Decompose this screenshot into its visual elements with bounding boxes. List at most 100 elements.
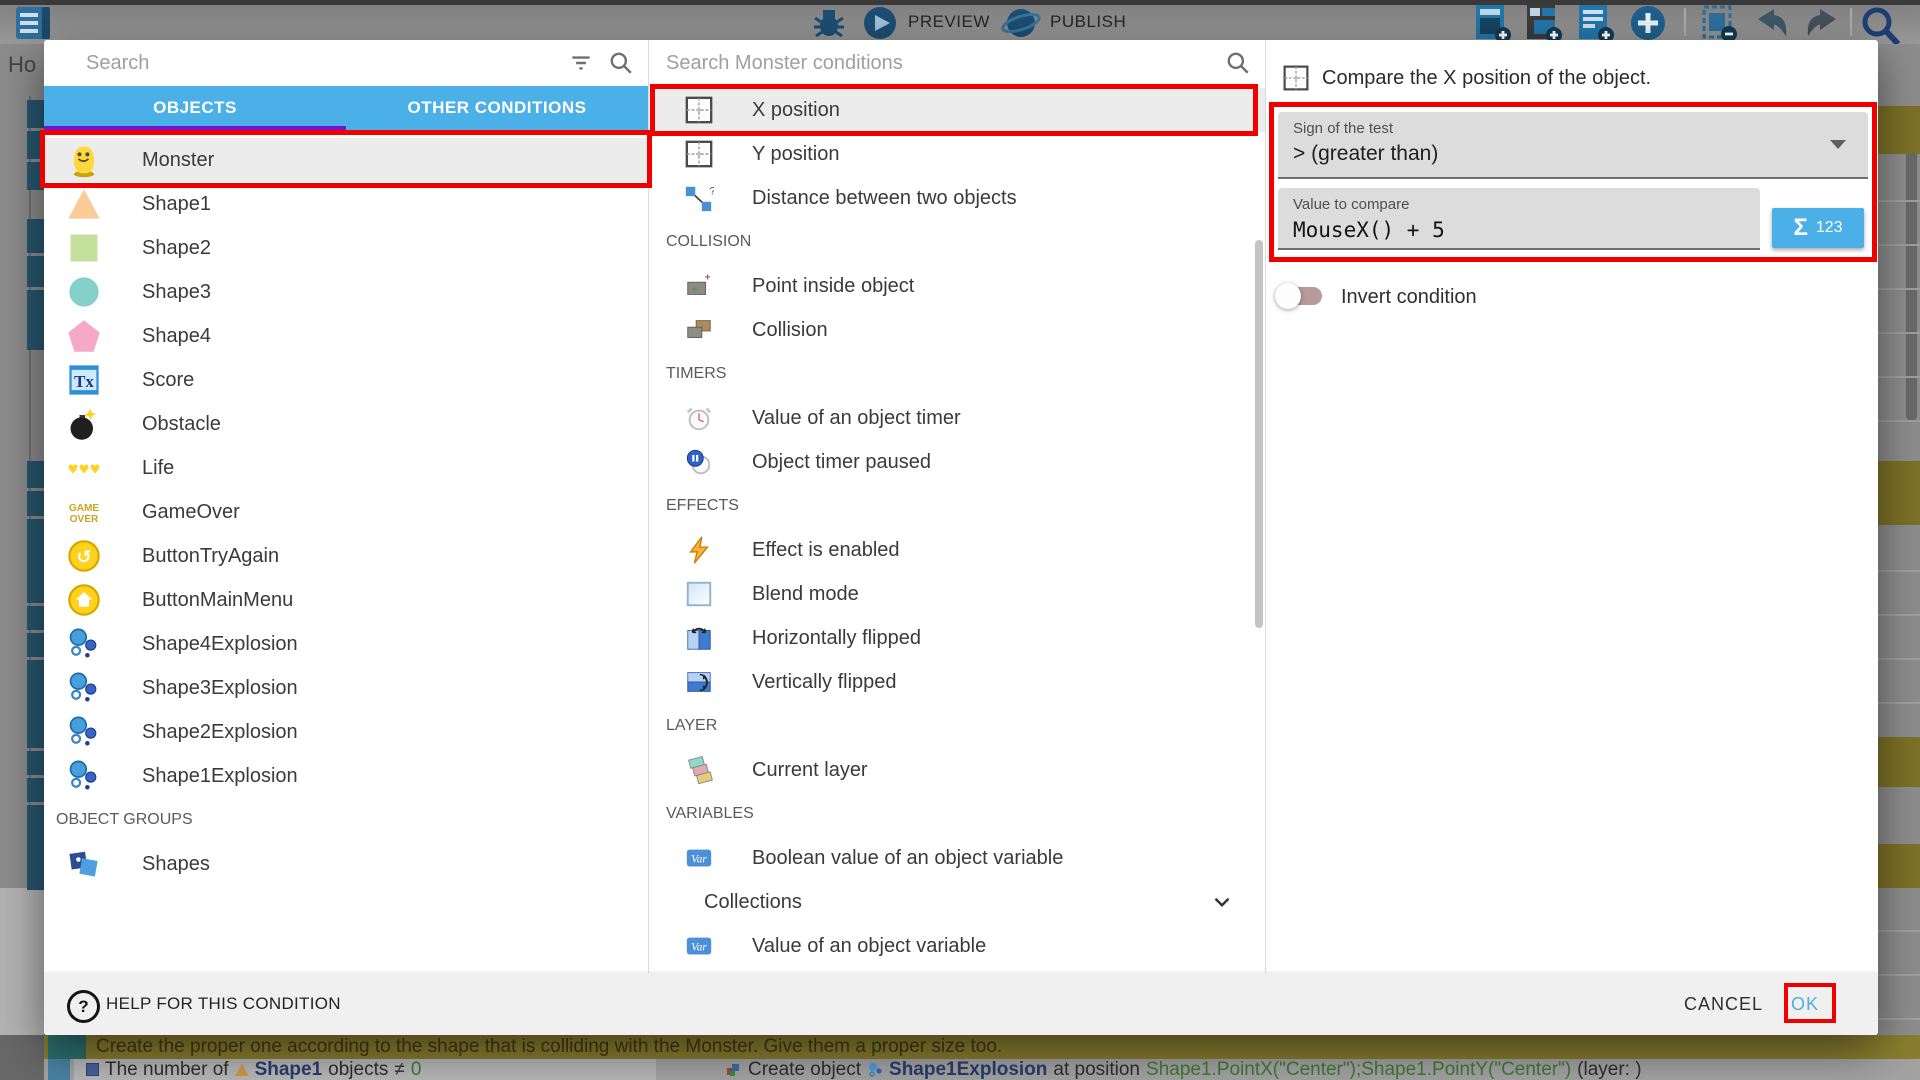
- add-circle-icon[interactable]: [1628, 4, 1668, 42]
- condition-item-distance-between-two-objects[interactable]: ?Distance between two objects: [650, 176, 1265, 220]
- object-item-shape2[interactable]: Shape2: [44, 226, 648, 270]
- object-item-shape4explosion[interactable]: Shape4Explosion: [44, 622, 648, 666]
- comment-text: Create the proper one according to the s…: [96, 1036, 1002, 1058]
- text-object-icon: Tx: [66, 362, 102, 398]
- condition-item-boolean-value-of-an-object-variable[interactable]: VarBoolean value of an object variable: [650, 836, 1265, 880]
- search-icon[interactable]: [1225, 50, 1251, 76]
- distance-icon: ?: [684, 183, 714, 213]
- hearts-icon: ♥♥♥: [66, 450, 102, 486]
- condition-item-value-of-an-object-timer[interactable]: Value of an object timer: [650, 396, 1265, 440]
- condition-lead: The number of: [105, 1059, 229, 1080]
- object-tabs: OBJECTS OTHER CONDITIONS: [44, 86, 648, 130]
- ok-button[interactable]: OK: [1791, 973, 1819, 1035]
- object-item-score[interactable]: TxScore: [44, 358, 648, 402]
- condition-item-object-timer-paused[interactable]: Object timer paused: [650, 440, 1265, 484]
- preview-play-icon[interactable]: [862, 5, 898, 41]
- condition-item-horizontally-flipped[interactable]: Horizontally flipped: [650, 616, 1265, 660]
- filter-icon[interactable]: [568, 50, 594, 76]
- condition-item-collision[interactable]: Collision: [650, 308, 1265, 352]
- object-item-monster[interactable]: Monster: [44, 138, 648, 182]
- conditions-scrollbar[interactable]: [1255, 240, 1263, 628]
- condition-item-effect-is-enabled[interactable]: Effect is enabled: [650, 528, 1265, 572]
- debug-icon[interactable]: [812, 8, 846, 38]
- publish-label[interactable]: PUBLISH: [1050, 0, 1126, 44]
- circle-icon: [66, 274, 102, 310]
- svg-text:↺: ↺: [76, 547, 91, 568]
- condition-title: Compare the X position of the object.: [1322, 67, 1651, 90]
- position-icon: [684, 139, 714, 169]
- flip-vertical-icon: [684, 667, 714, 697]
- object-item-shape4[interactable]: Shape4: [44, 314, 648, 358]
- object-item-gameover[interactable]: GAMEOVERGameOver: [44, 490, 648, 534]
- condition-item-vertically-flipped[interactable]: Vertically flipped: [650, 660, 1265, 704]
- add-event-icon[interactable]: [1473, 4, 1513, 42]
- particles-icon: [66, 626, 102, 662]
- bomb-icon: [66, 406, 102, 442]
- preview-label[interactable]: PREVIEW: [908, 0, 990, 44]
- event-comment-row[interactable]: Create the proper one according to the s…: [44, 1035, 1920, 1059]
- gameover-icon: GAMEOVER: [66, 494, 102, 530]
- object-item-buttonmainmenu[interactable]: ButtonMainMenu: [44, 578, 648, 622]
- svg-text:Tx: Tx: [74, 372, 94, 391]
- condition-item-current-layer[interactable]: Current layer: [650, 748, 1265, 792]
- instruction-editor-dialog: Search OBJECTS OTHER CONDITIONS MonsterS…: [44, 40, 1878, 1035]
- publish-icon[interactable]: [1000, 5, 1042, 41]
- condition-item-blend-mode[interactable]: Blend mode: [650, 572, 1265, 616]
- dialog-footer: ? HELP FOR THIS CONDITION CANCEL OK: [44, 973, 1878, 1035]
- object-item-shape1explosion[interactable]: Shape1Explosion: [44, 754, 648, 798]
- flip-horizontal-icon: [684, 623, 714, 653]
- conditions-group-collections[interactable]: Collections: [650, 880, 1265, 924]
- event-row[interactable]: The number of Shape1 objects ≠ 0 Create …: [44, 1059, 1920, 1080]
- add-comment-icon[interactable]: [1576, 4, 1616, 42]
- event-color-strip: [48, 1059, 70, 1080]
- conditions-search-bar: Search Monster conditions: [650, 40, 1265, 86]
- object-item-buttontryagain[interactable]: ↺ButtonTryAgain: [44, 534, 648, 578]
- value-to-compare-label: Value to compare: [1293, 196, 1409, 213]
- screen: PREVIEW PUBLISH Ho: [0, 0, 1920, 1080]
- paste-icon[interactable]: [1700, 4, 1740, 42]
- value-to-compare-input[interactable]: Value to compare MouseX() + 5: [1278, 188, 1760, 250]
- search-icon[interactable]: [608, 50, 634, 76]
- object-item-obstacle[interactable]: Obstacle: [44, 402, 648, 446]
- tab-objects[interactable]: OBJECTS: [44, 86, 346, 130]
- particles-icon: [66, 714, 102, 750]
- invert-condition-label: Invert condition: [1341, 286, 1477, 309]
- sigma-icon: Σ: [1793, 214, 1807, 242]
- project-manager-icon[interactable]: [12, 6, 58, 40]
- svg-text:OVER: OVER: [70, 514, 99, 525]
- object-item-shape3[interactable]: Shape3: [44, 270, 648, 314]
- square-icon: [66, 230, 102, 266]
- home-tab-label[interactable]: Ho: [8, 52, 36, 78]
- condition-item-y-position[interactable]: Y position: [650, 132, 1265, 176]
- add-subevent-icon[interactable]: [1524, 4, 1564, 42]
- objects-search-bar: Search: [44, 40, 648, 86]
- cancel-button[interactable]: CANCEL: [1684, 973, 1763, 1035]
- toolbar: PREVIEW PUBLISH: [0, 0, 1920, 44]
- triangle-icon: [66, 186, 102, 222]
- objects-search-input[interactable]: Search: [86, 52, 149, 75]
- object-item-shape2explosion[interactable]: Shape2Explosion: [44, 710, 648, 754]
- object-item-life[interactable]: ♥♥♥Life: [44, 446, 648, 490]
- invert-condition-toggle[interactable]: [1284, 287, 1322, 305]
- object-item-shape3explosion[interactable]: Shape3Explosion: [44, 666, 648, 710]
- group-item-shapes[interactable]: Shapes: [44, 842, 648, 886]
- condition-item-point-inside-object[interactable]: ++Point inside object: [650, 264, 1265, 308]
- redo-icon[interactable]: [1802, 6, 1842, 40]
- svg-text:Var: Var: [691, 854, 707, 866]
- condition-item-x-position[interactable]: X position: [650, 88, 1265, 132]
- condition-bullet-icon: [86, 1063, 99, 1076]
- object-item-shape1[interactable]: Shape1: [44, 182, 648, 226]
- conditions-section-variables: VARIABLES: [650, 792, 1265, 836]
- events-sheet-right-edge: [1878, 44, 1920, 1080]
- conditions-search-input[interactable]: Search Monster conditions: [666, 52, 903, 75]
- layers-icon: [684, 755, 714, 785]
- search-events-icon[interactable]: [1858, 4, 1902, 44]
- expression-editor-button[interactable]: Σ 123: [1772, 208, 1864, 248]
- retry-button-icon: ↺: [66, 538, 102, 574]
- sign-of-test-select[interactable]: Sign of the test > (greater than): [1278, 112, 1868, 179]
- tab-other-conditions[interactable]: OTHER CONDITIONS: [346, 86, 648, 130]
- help-icon[interactable]: ?: [67, 990, 100, 1023]
- condition-item-value-of-an-object-variable[interactable]: VarValue of an object variable: [650, 924, 1265, 968]
- undo-icon[interactable]: [1752, 6, 1792, 40]
- help-button[interactable]: HELP FOR THIS CONDITION: [106, 973, 341, 1035]
